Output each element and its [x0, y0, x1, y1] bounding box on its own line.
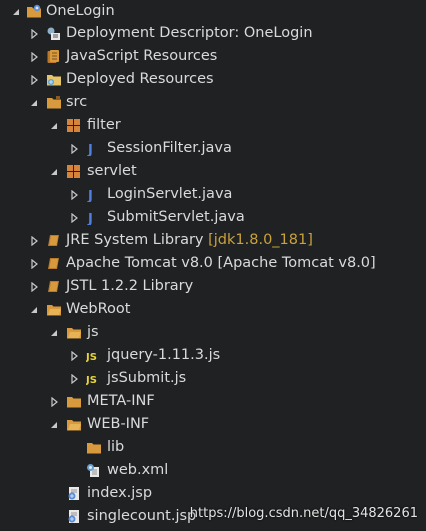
- collapsed-arrow-icon[interactable]: [29, 282, 39, 292]
- java-file-icon: J: [85, 141, 100, 156]
- folder-icon: [86, 440, 101, 455]
- xml-file-icon: [86, 463, 101, 478]
- expanded-arrow-icon[interactable]: [29, 98, 39, 108]
- tree-item-label: SessionFilter.java: [107, 140, 232, 156]
- folder-icon: [66, 417, 81, 432]
- tree-item-label: src: [66, 94, 88, 110]
- project-explorer-tree: OneLogin Deployment Descriptor: OneLogin…: [0, 0, 426, 531]
- folder-icon: [66, 325, 81, 340]
- tree-item-submitservlet-java[interactable]: J SubmitServlet.java: [0, 206, 426, 229]
- collapsed-arrow-icon[interactable]: [69, 351, 79, 361]
- collapsed-arrow-icon[interactable]: [29, 259, 39, 269]
- watermark-text: https://blog.csdn.net/qq_34826261: [189, 506, 418, 521]
- tree-item-label: Deployment Descriptor: OneLogin: [66, 25, 313, 41]
- tree-item-javascript-resources[interactable]: JavaScript Resources: [0, 45, 426, 68]
- tree-item-label: Deployed Resources: [66, 71, 214, 87]
- collapsed-arrow-icon[interactable]: [29, 75, 39, 85]
- tree-item-meta-inf[interactable]: META-INF: [0, 390, 426, 413]
- tree-item-label: SubmitServlet.java: [107, 209, 245, 225]
- tree-item-jstl-library[interactable]: JSTL 1.2.2 Library: [0, 275, 426, 298]
- tree-item-label: lib: [107, 439, 125, 455]
- tree-item-index-jsp[interactable]: index.jsp: [0, 482, 426, 505]
- library-icon: [46, 233, 61, 248]
- tree-item-servlet[interactable]: servlet: [0, 160, 426, 183]
- tree-item-loginservlet-java[interactable]: J LoginServlet.java: [0, 183, 426, 206]
- tree-item-label: jsSubmit.js: [107, 370, 187, 386]
- library-name: JRE System Library: [66, 232, 204, 248]
- tree-item-label: LoginServlet.java: [107, 186, 233, 202]
- expanded-arrow-icon[interactable]: [49, 328, 59, 338]
- collapsed-arrow-icon[interactable]: [69, 213, 79, 223]
- tree-item-js-folder[interactable]: js: [0, 321, 426, 344]
- package-icon: [66, 164, 81, 179]
- jsp-file-icon: [66, 509, 81, 524]
- tree-item-label: servlet: [87, 163, 137, 179]
- tree-item-lib[interactable]: lib: [0, 436, 426, 459]
- js-file-icon: JS: [86, 348, 101, 363]
- tree-item-label: web.xml: [107, 462, 169, 478]
- expanded-arrow-icon[interactable]: [29, 305, 39, 315]
- tree-item-web-inf[interactable]: WEB-INF: [0, 413, 426, 436]
- javascript-resources-icon: [46, 49, 61, 64]
- collapsed-arrow-icon[interactable]: [69, 144, 79, 154]
- tree-item-label: WEB-INF: [87, 416, 150, 432]
- package-icon: [66, 118, 81, 133]
- jdk-version-decoration: [jdk1.8.0_181]: [208, 232, 313, 248]
- tree-item-label: js: [87, 324, 99, 340]
- tree-item-onelogin[interactable]: OneLogin: [0, 0, 426, 23]
- jsp-file-icon: [66, 486, 81, 501]
- tree-item-apache-tomcat[interactable]: Apache Tomcat v8.0 [Apache Tomcat v8.0]: [0, 252, 426, 275]
- expanded-arrow-icon[interactable]: [49, 167, 59, 177]
- tree-item-filter[interactable]: filter: [0, 114, 426, 137]
- java-file-icon: J: [85, 187, 100, 202]
- web-folder-icon: [46, 302, 61, 317]
- tree-item-label: index.jsp: [87, 485, 153, 501]
- svg-text:JS: JS: [86, 352, 97, 363]
- tree-item-jssubmit-js[interactable]: JS jsSubmit.js: [0, 367, 426, 390]
- tree-item-src[interactable]: src: [0, 91, 426, 114]
- collapsed-arrow-icon[interactable]: [29, 52, 39, 62]
- expanded-arrow-icon[interactable]: [11, 7, 21, 17]
- tree-item-label: filter: [87, 117, 121, 133]
- tree-item-jre-system-library[interactable]: JRE System Library [jdk1.8.0_181]: [0, 229, 426, 252]
- tree-item-label: Apache Tomcat v8.0 [Apache Tomcat v8.0]: [66, 255, 376, 271]
- collapsed-arrow-icon[interactable]: [29, 29, 39, 39]
- tree-item-label: JRE System Library [jdk1.8.0_181]: [66, 229, 313, 252]
- tree-item-deployed-resources[interactable]: Deployed Resources: [0, 68, 426, 91]
- project-icon: [26, 4, 41, 19]
- tree-item-deployment-descriptor[interactable]: Deployment Descriptor: OneLogin: [0, 22, 426, 45]
- collapsed-arrow-icon[interactable]: [29, 236, 39, 246]
- collapsed-arrow-icon[interactable]: [69, 190, 79, 200]
- library-icon: [46, 279, 61, 294]
- expanded-arrow-icon[interactable]: [49, 121, 59, 131]
- tree-item-jquery-js[interactable]: JS jquery-1.11.3.js: [0, 344, 426, 367]
- svg-text:J: J: [87, 189, 93, 202]
- tree-item-label: singlecount.jsp: [87, 508, 197, 524]
- deployment-descriptor-icon: [46, 26, 61, 41]
- source-folder-icon: [46, 95, 61, 110]
- tree-item-label: META-INF: [87, 393, 155, 409]
- collapsed-arrow-icon[interactable]: [69, 374, 79, 384]
- java-file-icon: J: [85, 210, 100, 225]
- tree-item-webroot[interactable]: WebRoot: [0, 298, 426, 321]
- folder-icon: [66, 394, 81, 409]
- collapsed-arrow-icon[interactable]: [49, 397, 59, 407]
- library-icon: [46, 256, 61, 271]
- js-file-icon: JS: [86, 371, 101, 386]
- deployed-resources-icon: [46, 72, 61, 87]
- svg-text:J: J: [87, 143, 93, 156]
- expanded-arrow-icon[interactable]: [49, 420, 59, 430]
- tree-item-web-xml[interactable]: web.xml: [0, 459, 426, 482]
- tree-item-label: JSTL 1.2.2 Library: [66, 278, 194, 294]
- tree-item-label: JavaScript Resources: [66, 48, 218, 64]
- tree-item-label: jquery-1.11.3.js: [107, 347, 221, 363]
- tree-item-label: OneLogin: [46, 3, 115, 19]
- tree-item-label: WebRoot: [66, 301, 131, 317]
- tree-item-sessionfilter-java[interactable]: J SessionFilter.java: [0, 137, 426, 160]
- svg-text:J: J: [87, 212, 93, 225]
- svg-text:JS: JS: [86, 375, 97, 386]
